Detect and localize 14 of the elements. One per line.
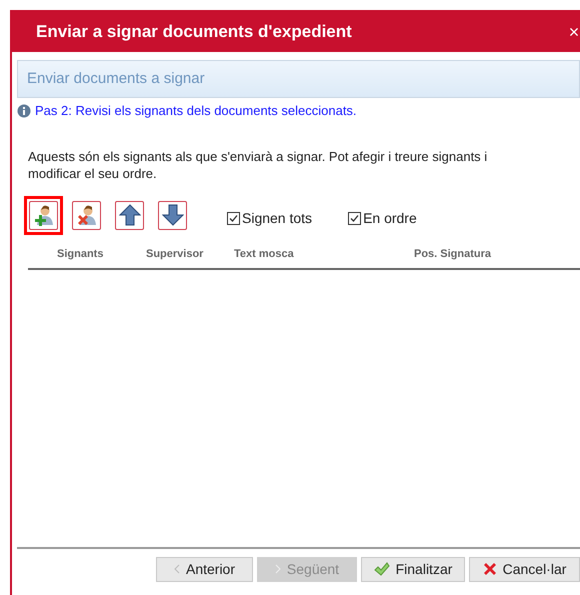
footer-button[interactable]: Anterior xyxy=(156,556,253,582)
panel-title: Enviar documents a signar xyxy=(27,68,205,89)
column-header: Pos. Signatura xyxy=(414,248,492,260)
close-button[interactable]: × xyxy=(568,23,580,41)
description-text: Aquests són els signants als que s'enviarà a signar. Pot afegir i treure signants i modificar el seu ordre. xyxy=(27,148,488,182)
column-header: Supervisor xyxy=(146,248,204,260)
checkbox-label: Signen tots xyxy=(242,208,312,228)
footer-button[interactable]: Finalitzar xyxy=(361,556,465,582)
footer-button[interactable]: Cancel·lar xyxy=(469,556,580,582)
step-info: Pas 2: Revisi els signants dels documents seleccionats. xyxy=(35,102,357,120)
column-header: Text mosca xyxy=(234,248,294,260)
column-header: Signants xyxy=(57,248,104,260)
checkbox-label: En ordre xyxy=(363,208,417,228)
window-title: Enviar a signar documents d'expedient xyxy=(36,21,352,44)
